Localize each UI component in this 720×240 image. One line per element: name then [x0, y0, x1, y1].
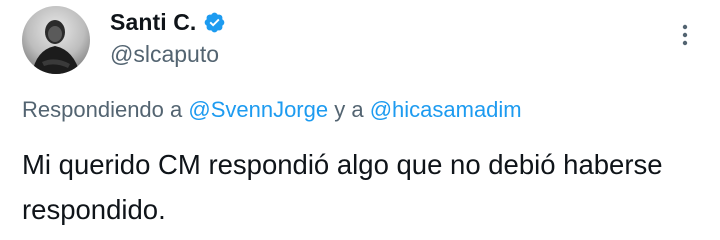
tweet-card: Santi C. @slcaputo Respondiendo a @Svenn…	[0, 0, 720, 240]
profile-photo-icon	[22, 6, 90, 74]
mention-hicasamadim-link[interactable]: @hicasamadim	[370, 97, 522, 122]
author-display-name[interactable]: Santi C.	[110, 9, 196, 36]
more-vertical-icon[interactable]	[672, 20, 698, 50]
tweet-text: Mi querido CM respondió algo que no debi…	[22, 149, 663, 225]
reply-separator: y a	[328, 97, 370, 122]
mention-svennjorge-link[interactable]: @SvennJorge	[188, 97, 328, 122]
reply-prefix: Respondiendo a	[22, 97, 189, 122]
avatar[interactable]	[22, 6, 90, 74]
author-handle[interactable]: @slcaputo	[110, 41, 219, 68]
verified-badge-icon[interactable]	[203, 11, 226, 34]
reply-context: Respondiendo a @SvennJorge y a @hicasama…	[22, 97, 522, 123]
author-name-row: Santi C.	[110, 6, 226, 38]
